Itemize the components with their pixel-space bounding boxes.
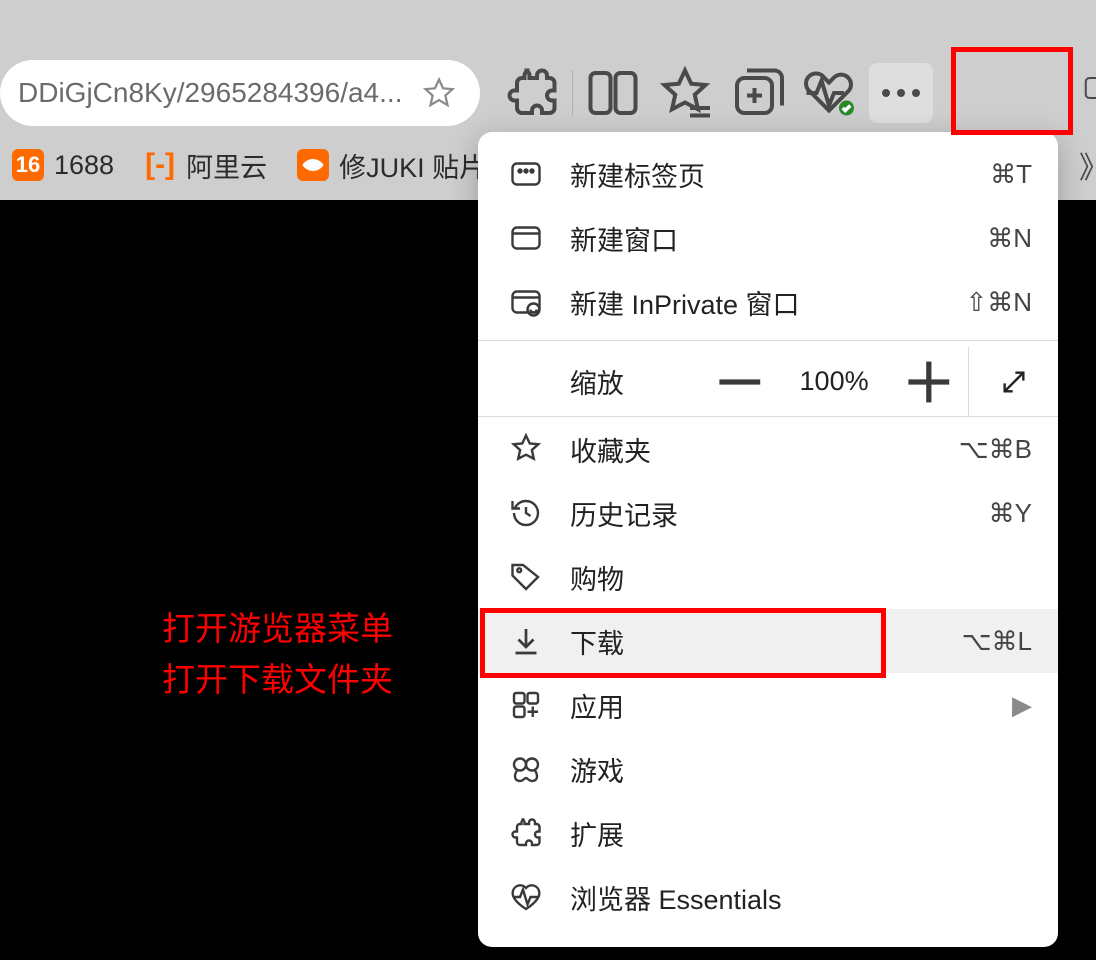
- collections-icon[interactable]: [725, 63, 789, 123]
- menu-label: 游戏: [570, 750, 1032, 789]
- menu-label: 应用: [570, 686, 986, 725]
- menu-label: 新建 InPrivate 窗口: [570, 283, 939, 322]
- menu-separator: [478, 340, 1058, 341]
- toolbar-icons: [500, 63, 941, 123]
- puzzle-icon: [508, 815, 544, 851]
- menu-shortcut: ⌘T: [990, 159, 1032, 190]
- menu-shortcut: ⌥⌘B: [959, 434, 1032, 465]
- settings-menu: 新建标签页 ⌘T 新建窗口 ⌘N 新建 InPrivate 窗口 ⇧⌘N 缩放 …: [478, 132, 1058, 947]
- favorites-toolbar-icon[interactable]: [653, 63, 717, 123]
- menu-downloads[interactable]: 下载 ⌥⌘L: [478, 609, 1058, 673]
- apps-icon: [508, 687, 544, 723]
- download-icon: [508, 623, 544, 659]
- split-screen-icon[interactable]: [581, 63, 645, 123]
- more-menu-button[interactable]: [869, 63, 933, 123]
- address-bar[interactable]: DDiGjCn8Ky/2965284396/a4...: [0, 60, 480, 126]
- menu-label: 浏览器 Essentials: [570, 878, 1032, 917]
- menu-shortcut: ⌘N: [987, 223, 1032, 254]
- menu-shortcut: ⇧⌘N: [965, 287, 1032, 318]
- menu-label: 新建标签页: [570, 155, 964, 194]
- url-text: DDiGjCn8Ky/2965284396/a4...: [18, 77, 422, 109]
- bookmark-icon: [297, 149, 329, 181]
- submenu-arrow-icon: ▶: [1012, 690, 1032, 721]
- menu-new-window[interactable]: 新建窗口 ⌘N: [478, 206, 1058, 270]
- window-icon: [508, 220, 544, 256]
- menu-label: 购物: [570, 558, 1032, 597]
- menu-shopping[interactable]: 购物: [478, 545, 1058, 609]
- annotation-text: 打开游览器菜单 打开下载文件夹: [162, 603, 393, 705]
- bookmark-item-1688[interactable]: 16 1688: [0, 143, 126, 187]
- toolbar-divider: [572, 70, 573, 116]
- heartbeat-icon: [508, 879, 544, 915]
- zoom-out-button[interactable]: [700, 347, 780, 417]
- menu-label: 历史记录: [570, 494, 963, 533]
- inprivate-icon: [508, 284, 544, 320]
- window-chrome-top: [0, 0, 1096, 55]
- tag-icon: [508, 559, 544, 595]
- bookmarks-bar: 16 1688 [-] 阿里云 修JUKI 贴片机: [0, 130, 525, 200]
- menu-games[interactable]: 游戏: [478, 737, 1058, 801]
- new-tab-icon: [508, 156, 544, 192]
- menu-favorites[interactable]: 收藏夹 ⌥⌘B: [478, 417, 1058, 481]
- menu-label: 下载: [570, 622, 936, 661]
- zoom-value: 100%: [779, 366, 888, 397]
- favorite-star-icon[interactable]: [422, 76, 456, 110]
- menu-history[interactable]: 历史记录 ⌘Y: [478, 481, 1058, 545]
- bookmark-item-aliyun[interactable]: [-] 阿里云: [132, 140, 279, 191]
- menu-label: 扩展: [570, 814, 1032, 853]
- annotation-line-1: 打开游览器菜单: [162, 603, 393, 654]
- games-icon: [508, 751, 544, 787]
- menu-shortcut: ⌘Y: [989, 498, 1032, 529]
- menu-shortcut: ⌥⌘L: [962, 626, 1032, 657]
- close-icon[interactable]: 》: [1079, 145, 1096, 185]
- sidebar-toggle-icon[interactable]: [1082, 68, 1096, 108]
- address-row: DDiGjCn8Ky/2965284396/a4...: [0, 55, 1096, 130]
- history-icon: [508, 495, 544, 531]
- star-icon: [508, 431, 544, 467]
- menu-apps[interactable]: 应用 ▶: [478, 673, 1058, 737]
- bookmark-icon: 16: [12, 149, 44, 181]
- essentials-heart-icon[interactable]: [797, 63, 861, 123]
- menu-extensions[interactable]: 扩展: [478, 801, 1058, 865]
- annotation-line-2: 打开下载文件夹: [162, 654, 393, 705]
- menu-zoom: 缩放 100%: [478, 347, 1058, 417]
- menu-new-tab[interactable]: 新建标签页 ⌘T: [478, 142, 1058, 206]
- menu-new-inprivate[interactable]: 新建 InPrivate 窗口 ⇧⌘N: [478, 270, 1058, 334]
- bookmark-label: 阿里云: [186, 146, 267, 185]
- menu-label: 收藏夹: [570, 430, 933, 469]
- zoom-label: 缩放: [570, 362, 700, 401]
- bookmark-icon: [-]: [144, 149, 176, 181]
- extensions-icon[interactable]: [500, 63, 564, 123]
- menu-label: 新建窗口: [570, 219, 961, 258]
- bookmark-label: 1688: [54, 150, 114, 181]
- fullscreen-button[interactable]: [968, 347, 1058, 417]
- zoom-in-button[interactable]: [889, 347, 969, 417]
- menu-essentials[interactable]: 浏览器 Essentials: [478, 865, 1058, 929]
